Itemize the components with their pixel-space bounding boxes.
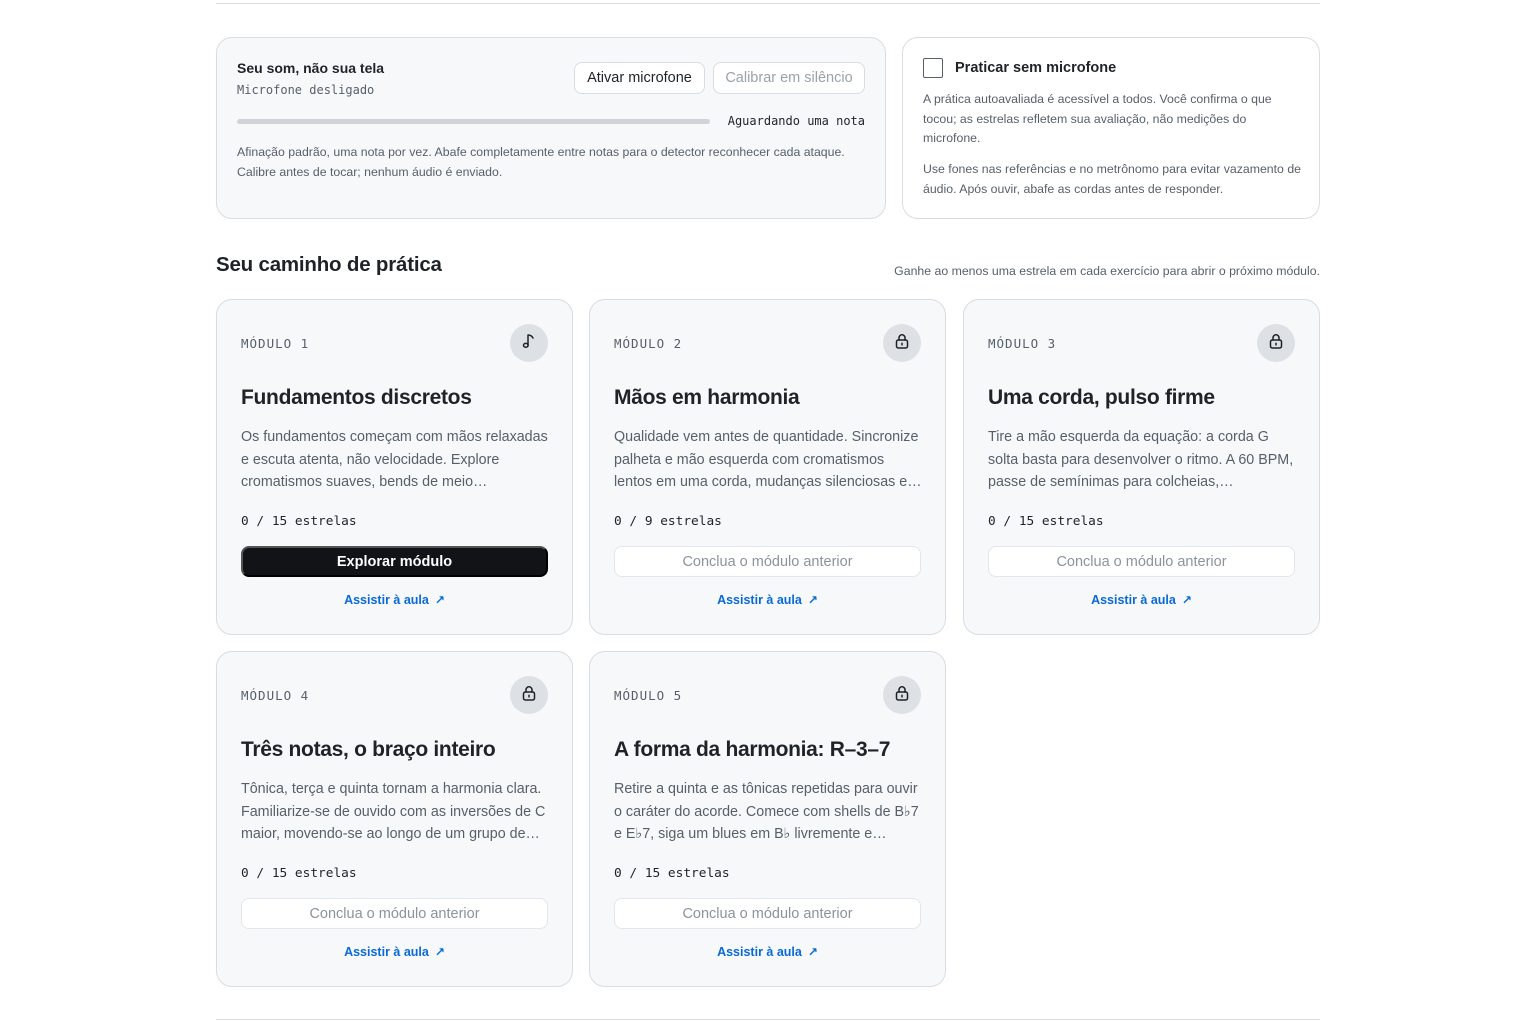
input-level-meter (237, 119, 710, 124)
calibrate-silence-button[interactable]: Calibrar em silêncio (713, 62, 865, 94)
lock-icon (893, 684, 911, 707)
microphone-note: Afinação padrão, uma nota por vez. Abafe… (237, 145, 845, 179)
module-stars: 0 / 15 estrelas (241, 514, 357, 529)
meter-status-label: Aguardando uma nota (727, 114, 865, 128)
microphone-panel-title: Seu som, não sua tela (237, 60, 385, 76)
locked-module-button[interactable]: Conclua o módulo anterior (988, 546, 1295, 577)
watch-lesson-link[interactable]: Assistir à aula ↗ (217, 593, 572, 607)
module-number: MÓDULO 5 (614, 688, 683, 703)
section-hint: Ganhe ao menos uma estrela em cada exerc… (894, 264, 1320, 278)
module-status-badge (510, 676, 548, 714)
no-microphone-panel: Praticar sem microfone A prática autoava… (902, 37, 1320, 219)
lock-icon (1267, 332, 1285, 355)
module-description: Qualidade vem antes de quantidade. Sincr… (614, 429, 922, 490)
module-description: Tire a mão esquerda da equação: a corda … (988, 429, 1294, 490)
top-divider (216, 3, 1320, 4)
module-stars: 0 / 15 estrelas (614, 866, 730, 881)
module-card: MÓDULO 3 Uma corda, pulso firme Tire a m… (963, 299, 1320, 635)
module-status-badge (510, 324, 548, 362)
module-description: Os fundamentos começam com mãos relaxada… (241, 429, 548, 490)
locked-module-button[interactable]: Conclua o módulo anterior (614, 898, 921, 929)
watch-lesson-link[interactable]: Assistir à aula ↗ (964, 593, 1319, 607)
module-card: MÓDULO 2 Mãos em harmonia Qualidade vem … (589, 299, 946, 635)
self-assessment-note: A prática autoavaliada é acessível a tod… (923, 92, 1272, 146)
module-title: Uma corda, pulso firme (988, 386, 1215, 409)
module-stars: 0 / 15 estrelas (988, 514, 1104, 529)
module-number: MÓDULO 4 (241, 688, 310, 703)
module-status-badge (1257, 324, 1295, 362)
module-title: Fundamentos discretos (241, 386, 472, 409)
locked-module-button[interactable]: Conclua o módulo anterior (614, 546, 921, 577)
watch-lesson-label: Assistir à aula (344, 593, 429, 607)
lock-icon (520, 684, 538, 707)
explore-module-button[interactable]: Explorar módulo (241, 546, 548, 577)
lock-icon (893, 332, 911, 355)
external-arrow-icon: ↗ (434, 593, 445, 607)
module-status-badge (883, 676, 921, 714)
external-arrow-icon: ↗ (434, 945, 445, 959)
module-card: MÓDULO 5 A forma da harmonia: R–3–7 Reti… (589, 651, 946, 987)
external-arrow-icon: ↗ (1181, 593, 1192, 607)
module-description: Retire a quinta e as tônicas repetidas p… (614, 781, 919, 842)
module-number: MÓDULO 1 (241, 336, 310, 351)
module-number: MÓDULO 2 (614, 336, 683, 351)
module-title: A forma da harmonia: R–3–7 (614, 738, 891, 761)
module-stars: 0 / 15 estrelas (241, 866, 357, 881)
microphone-panel: Seu som, não sua tela Microfone desligad… (216, 37, 886, 219)
practice-without-mic-label[interactable]: Praticar sem microfone (955, 60, 1116, 76)
watch-lesson-link[interactable]: Assistir à aula ↗ (217, 945, 572, 959)
module-stars: 0 / 9 estrelas (614, 514, 722, 529)
watch-lesson-label: Assistir à aula (717, 945, 802, 959)
music-note-icon (520, 332, 538, 355)
practice-page: Seu som, não sua tela Microfone desligad… (0, 0, 1536, 1024)
watch-lesson-label: Assistir à aula (717, 593, 802, 607)
module-card: MÓDULO 1 Fundamentos discretos Os fundam… (216, 299, 573, 635)
module-status-badge (883, 324, 921, 362)
module-description: Tônica, terça e quinta tornam a harmonia… (241, 781, 546, 842)
bottom-divider (216, 1019, 1320, 1020)
external-arrow-icon: ↗ (807, 593, 818, 607)
external-arrow-icon: ↗ (807, 945, 818, 959)
watch-lesson-label: Assistir à aula (1091, 593, 1176, 607)
module-card: MÓDULO 4 Três notas, o braço inteiro Tôn… (216, 651, 573, 987)
module-number: MÓDULO 3 (988, 336, 1057, 351)
practice-without-mic-checkbox[interactable] (923, 58, 943, 78)
section-title: Seu caminho de prática (216, 253, 442, 276)
module-title: Três notas, o braço inteiro (241, 738, 496, 761)
activate-microphone-button[interactable]: Ativar microfone (574, 62, 705, 94)
watch-lesson-link[interactable]: Assistir à aula ↗ (590, 945, 945, 959)
watch-lesson-link[interactable]: Assistir à aula ↗ (590, 593, 945, 607)
microphone-status: Microfone desligado (237, 83, 375, 97)
headphones-note: Use fones nas referências e no metrônomo… (923, 162, 1301, 196)
module-title: Mãos em harmonia (614, 386, 800, 409)
watch-lesson-label: Assistir à aula (344, 945, 429, 959)
locked-module-button[interactable]: Conclua o módulo anterior (241, 898, 548, 929)
